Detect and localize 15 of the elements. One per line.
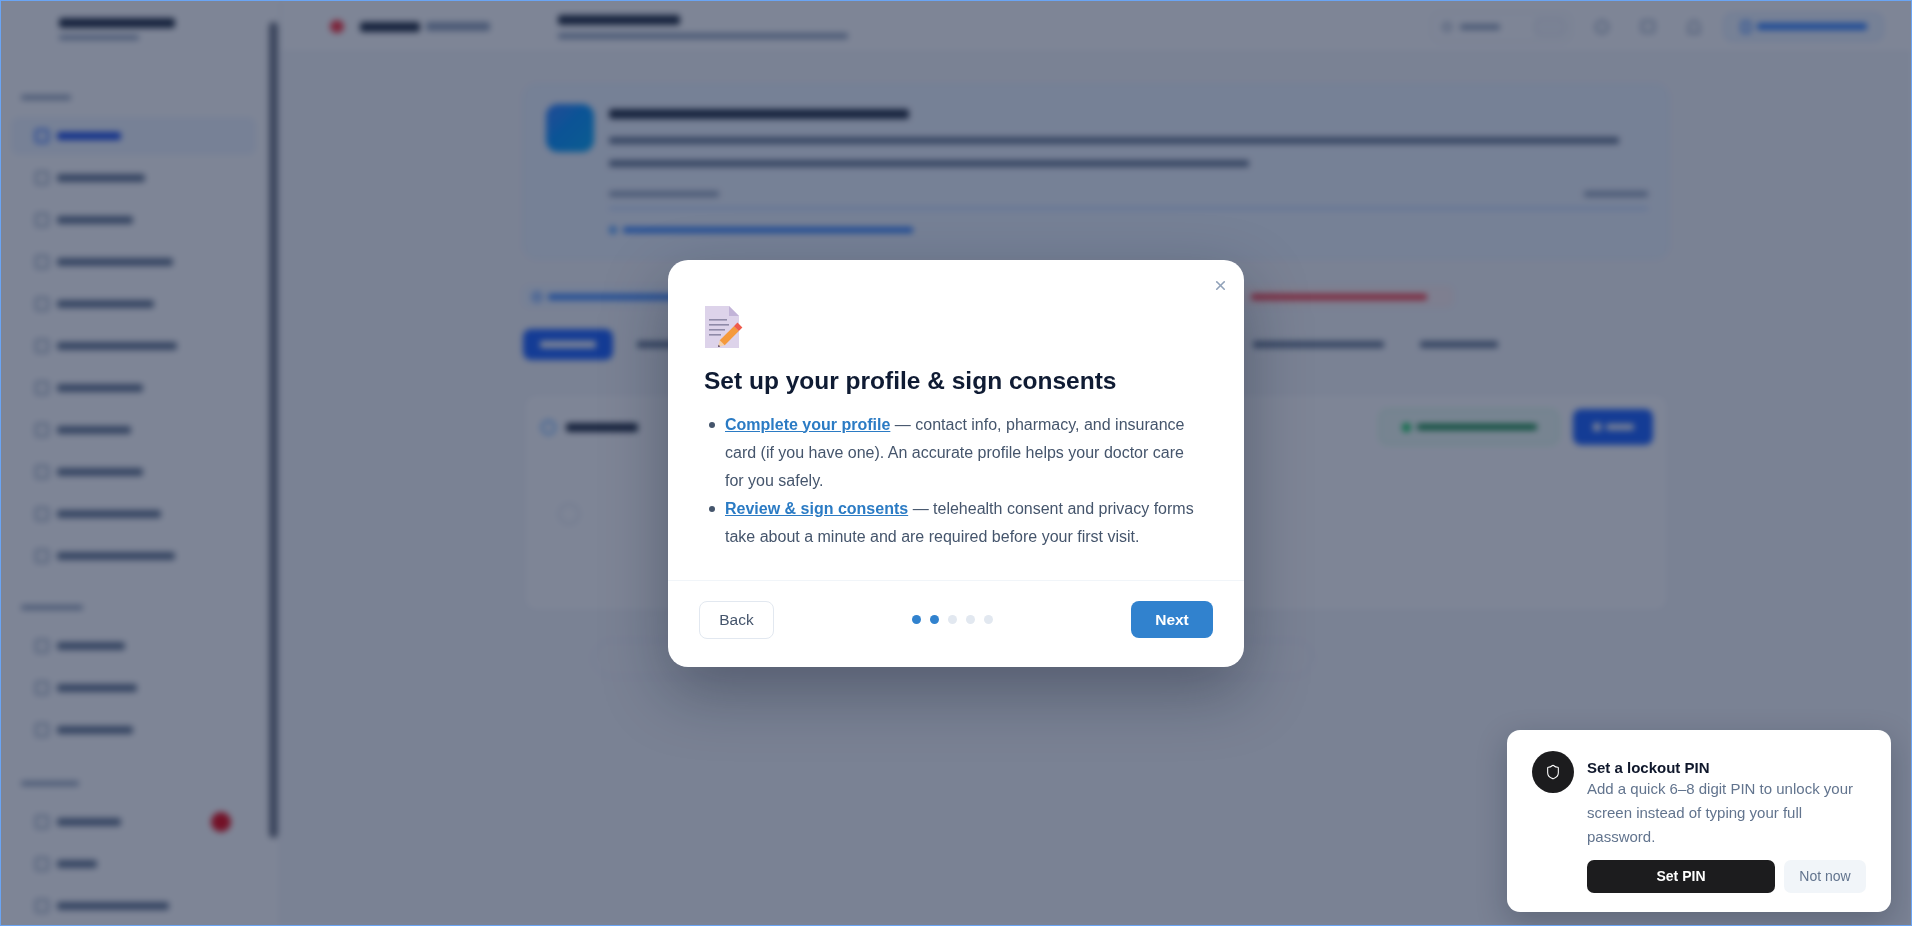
toast-text: Add a quick 6–8 digit PIN to unlock your screen instead of typing your full password.: [1587, 779, 1854, 847]
modal-title: Set up your profile & sign consents: [704, 365, 1118, 396]
step-link[interactable]: Review & sign consents: [725, 499, 909, 517]
document-pencil-icon: [704, 303, 744, 350]
toast-title: Set a lockout PIN: [1587, 759, 1710, 777]
next-button[interactable]: Next: [1131, 601, 1213, 638]
step-link[interactable]: Complete your profile: [725, 415, 891, 433]
set-pin-button[interactable]: Set PIN: [1587, 860, 1775, 893]
not-now-button[interactable]: Not now: [1784, 860, 1866, 893]
bullet-text: Review & sign consents — telehealth consent and privacy forms take about a minute and are required before your first visit.: [725, 498, 1195, 547]
back-button[interactable]: Back: [699, 600, 774, 639]
bullet-icon: [709, 421, 715, 428]
bullet-text: Complete your profile — contact info, pharmacy, and insurance card (if you have one). An accurate profile helps your doctor care for you safely.: [725, 414, 1186, 491]
shield-icon: [1532, 751, 1574, 793]
bullet-icon: [709, 505, 715, 512]
